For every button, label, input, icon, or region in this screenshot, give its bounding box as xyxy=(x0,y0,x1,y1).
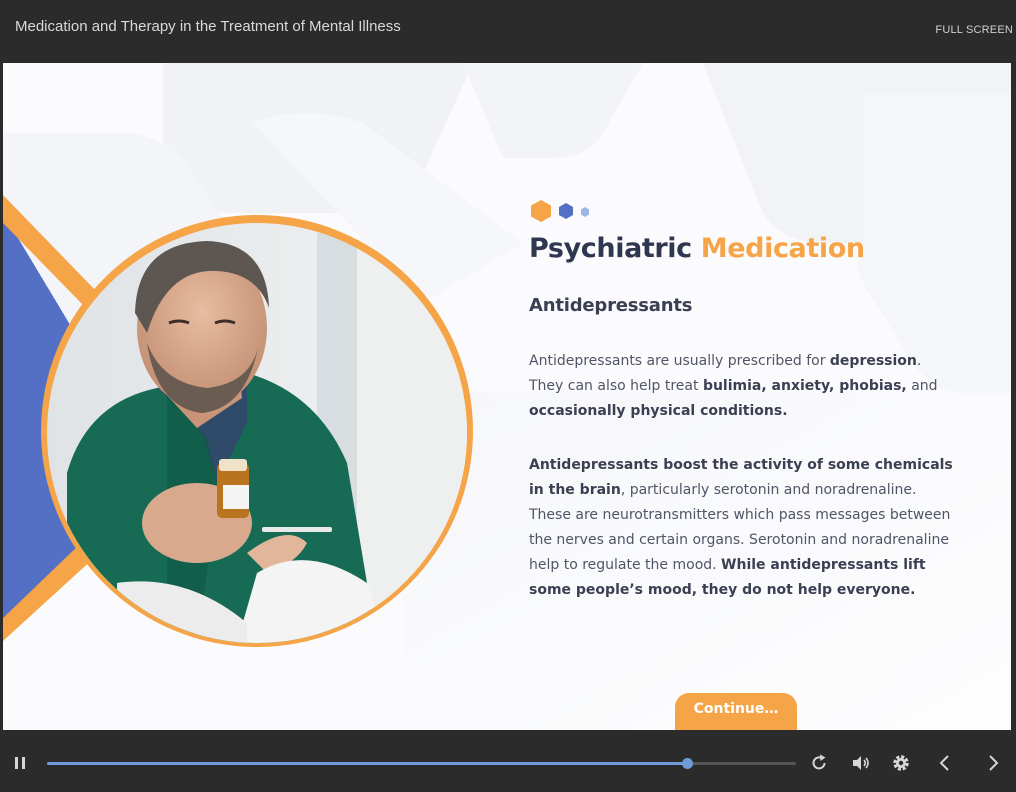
slide-heading: Psychiatric Medication xyxy=(529,233,865,264)
progress-handle[interactable] xyxy=(682,758,694,769)
paragraph-1: Antidepressants are usually prescribed f… xyxy=(529,349,959,424)
settings-button[interactable] xyxy=(890,752,912,774)
heading-accent: Medication xyxy=(700,233,865,264)
prev-icon xyxy=(939,755,949,771)
text-run: Antidepressants are usually prescribed f… xyxy=(529,353,830,369)
text-run: depression xyxy=(829,353,917,369)
replay-icon xyxy=(812,754,826,770)
progress-bar[interactable] xyxy=(47,758,796,769)
pause-icon xyxy=(15,757,25,769)
hexagon-dots-icon xyxy=(531,200,589,222)
continue-button[interactable]: Continue… xyxy=(675,693,797,730)
previous-button[interactable] xyxy=(934,752,956,774)
text-run: and xyxy=(906,378,938,394)
course-title: Medication and Therapy in the Treatment … xyxy=(15,18,401,35)
text-run: bulimia, anxiety, phobias, xyxy=(702,378,907,394)
settings-icon xyxy=(893,755,909,771)
paragraph-2: Antidepressants boost the activity of so… xyxy=(529,453,959,603)
pause-button[interactable] xyxy=(10,752,32,774)
fullscreen-button[interactable]: FULL SCREEN xyxy=(935,24,1013,36)
volume-icon xyxy=(853,756,869,770)
slide: Psychiatric Medication Antidepressants A… xyxy=(3,63,1011,730)
volume-button[interactable] xyxy=(850,752,872,774)
replay-button[interactable] xyxy=(808,752,830,774)
doctor-patient-photo xyxy=(47,223,467,643)
next-icon xyxy=(989,755,999,771)
next-button[interactable] xyxy=(982,752,1004,774)
slide-subheading: Antidepressants xyxy=(529,295,693,316)
player-controls xyxy=(0,730,1016,792)
top-bar: Medication and Therapy in the Treatment … xyxy=(0,0,1016,63)
text-run: occasionally physical conditions. xyxy=(529,403,788,419)
progress-fill xyxy=(47,762,688,765)
heading-main: Psychiatric xyxy=(529,233,692,264)
